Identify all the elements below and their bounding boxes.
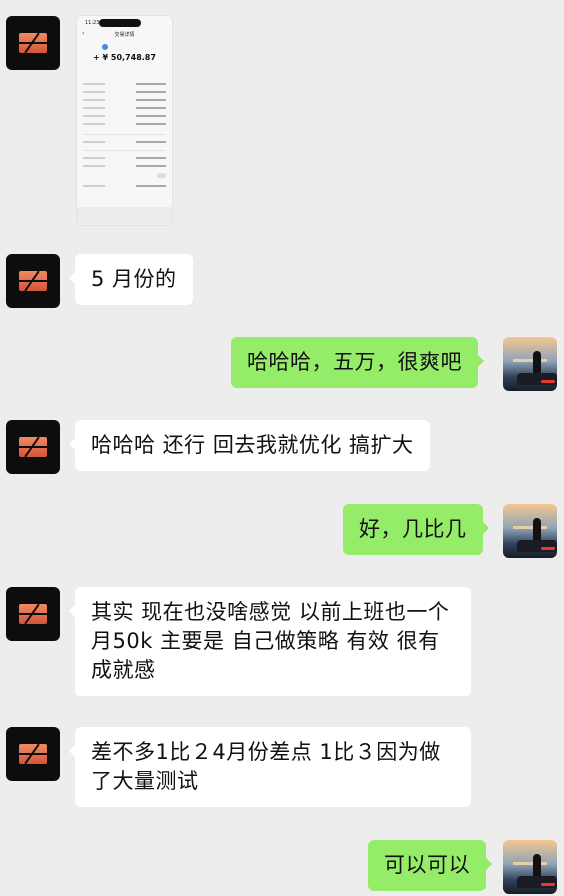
avatar-taillight bbox=[541, 380, 555, 383]
brick-logo-icon bbox=[19, 437, 47, 457]
message-bubble-sent[interactable]: 可以可以 bbox=[368, 840, 492, 891]
avatar-sunset bbox=[513, 526, 547, 529]
thumb-toggle bbox=[157, 173, 166, 178]
my-avatar[interactable] bbox=[503, 337, 557, 391]
thumb-detail-row bbox=[83, 140, 166, 144]
my-avatar[interactable] bbox=[503, 504, 557, 558]
avatar-car bbox=[517, 373, 557, 385]
thumb-detail-row bbox=[83, 164, 166, 168]
thumb-detail-row bbox=[83, 184, 166, 188]
message-bubble-sent[interactable]: 好，几比几 bbox=[343, 504, 488, 555]
verified-check-icon bbox=[102, 44, 108, 50]
thumb-detail-row bbox=[83, 114, 166, 118]
avatar-sunset bbox=[513, 359, 547, 362]
avatar-car bbox=[517, 876, 557, 888]
thumb-nav-title: 交易详情 bbox=[114, 32, 135, 38]
thumb-detail-row bbox=[83, 106, 166, 110]
message-bubble-received[interactable]: 5 月份的 bbox=[69, 254, 193, 305]
avatar-car bbox=[517, 540, 557, 552]
message-bubble-received[interactable]: 其实 现在也没啥感觉 以前上班也一个月50k 主要是 自己做策略 有效 很有成就… bbox=[69, 587, 471, 696]
thumb-status-time: 11:23 bbox=[85, 20, 100, 26]
thumb-footer bbox=[77, 207, 172, 225]
avatar-sunset bbox=[513, 862, 547, 865]
thumb-detail-row bbox=[83, 98, 166, 102]
brick-logo-icon bbox=[19, 33, 47, 53]
thumb-detail-row bbox=[83, 82, 166, 86]
brick-logo-icon bbox=[19, 604, 47, 624]
thumb-divider bbox=[83, 134, 166, 135]
thumb-detail-row bbox=[83, 156, 166, 160]
my-avatar[interactable] bbox=[503, 840, 557, 894]
payment-screenshot-image[interactable]: 11:23 ‹ 交易详情 + ¥ 50,748.87 bbox=[77, 16, 172, 225]
avatar-person bbox=[533, 854, 541, 876]
message-bubble-received[interactable]: 哈哈哈 还行 回去我就优化 搞扩大 bbox=[69, 420, 430, 471]
friend-avatar[interactable] bbox=[6, 16, 60, 70]
dynamic-island bbox=[99, 19, 141, 27]
message-bubble-received[interactable]: 差不多1比２4月份差点 1比３因为做了大量测试 bbox=[69, 727, 471, 807]
friend-avatar[interactable] bbox=[6, 587, 60, 641]
avatar-taillight bbox=[541, 547, 555, 550]
friend-avatar[interactable] bbox=[6, 727, 60, 781]
thumb-detail-row bbox=[83, 90, 166, 94]
thumb-divider bbox=[83, 150, 166, 151]
friend-avatar[interactable] bbox=[6, 420, 60, 474]
avatar-taillight bbox=[541, 883, 555, 886]
thumb-detail-row bbox=[83, 122, 166, 126]
brick-logo-icon bbox=[19, 744, 47, 764]
brick-logo-icon bbox=[19, 271, 47, 291]
thumb-amount: + ¥ 50,748.87 bbox=[93, 53, 156, 62]
avatar-person bbox=[533, 351, 541, 373]
message-bubble-sent[interactable]: 哈哈哈，五万，很爽吧 bbox=[231, 337, 484, 388]
avatar-person bbox=[533, 518, 541, 540]
friend-avatar[interactable] bbox=[6, 254, 60, 308]
